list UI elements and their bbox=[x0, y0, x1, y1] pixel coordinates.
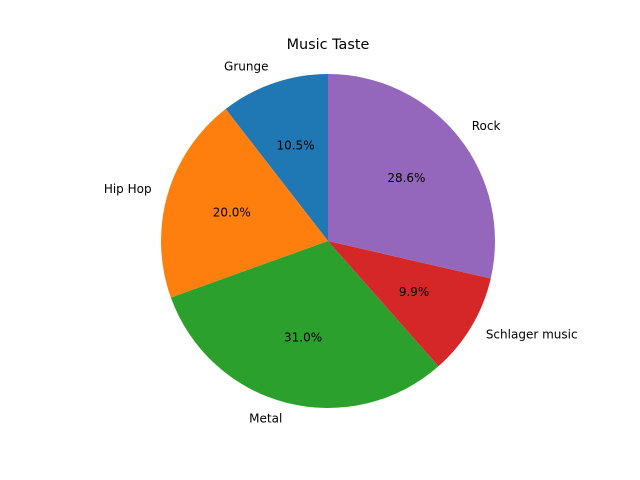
slice-percent-rock: 28.6% bbox=[387, 171, 425, 185]
slice-label-schlager-music: Schlager music bbox=[486, 328, 578, 342]
pie-chart: Music Taste Grunge 10.5% Hip Hop 20.0% Metal… bbox=[0, 0, 640, 480]
slice-percent-metal: 31.0% bbox=[284, 331, 322, 345]
slice-label-metal: Metal bbox=[249, 411, 282, 425]
slice-label-hip-hop: Hip Hop bbox=[104, 182, 152, 196]
slice-percent-hip-hop: 20.0% bbox=[213, 206, 251, 220]
slice-percent-grunge: 10.5% bbox=[276, 139, 314, 153]
slice-percent-schlager-music: 9.9% bbox=[399, 285, 430, 299]
chart-title: Music Taste bbox=[287, 37, 370, 53]
slice-label-grunge: Grunge bbox=[224, 60, 268, 74]
slice-label-rock: Rock bbox=[472, 119, 501, 133]
slices-layer bbox=[160, 74, 496, 409]
pie-chart-canvas: Music Taste Grunge 10.5% Hip Hop 20.0% Metal… bbox=[104, 37, 578, 425]
